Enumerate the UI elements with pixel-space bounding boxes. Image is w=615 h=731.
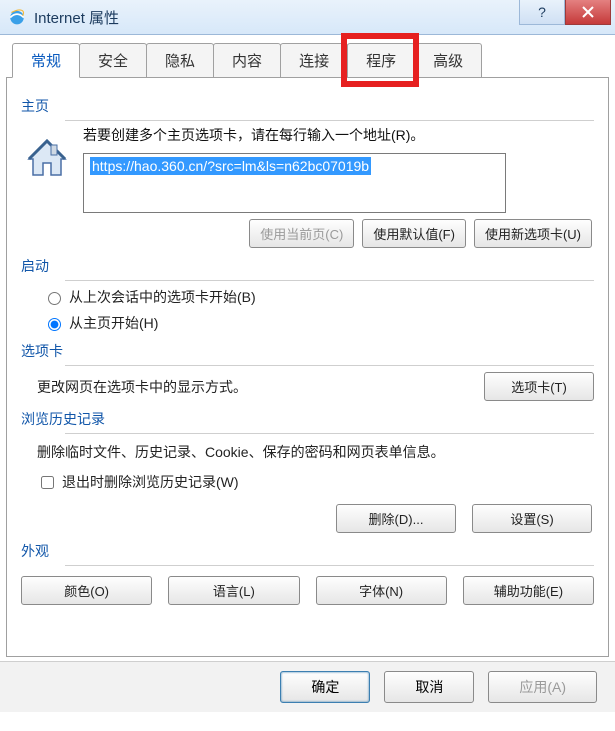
close-icon <box>582 6 594 18</box>
homepage-url-value: https://hao.360.cn/?src=lm&ls=n62bc07019… <box>90 157 371 175</box>
btn-fonts[interactable]: 字体(N) <box>316 576 447 605</box>
section-title-startup: 启动 <box>21 256 594 276</box>
homepage-section: 若要创建多个主页选项卡，请在每行输入一个地址(R)。 https://hao.3… <box>21 125 594 248</box>
startup-option-last[interactable]: 从上次会话中的选项卡开始(B) <box>43 287 594 307</box>
tab-security[interactable]: 安全 <box>79 43 147 77</box>
tabs-desc: 更改网页在选项卡中的显示方式。 <box>37 377 484 397</box>
startup-option-home[interactable]: 从主页开始(H) <box>43 313 594 333</box>
tab-advanced[interactable]: 高级 <box>414 43 482 77</box>
tab-strip: 常规 安全 隐私 内容 连接 程序 高级 <box>6 43 609 78</box>
btn-history-delete[interactable]: 删除(D)... <box>336 504 456 533</box>
btn-use-newtab[interactable]: 使用新选项卡(U) <box>474 219 592 248</box>
btn-tabs-settings[interactable]: 选项卡(T) <box>484 372 594 401</box>
btn-apply[interactable]: 应用(A) <box>488 671 597 703</box>
tab-privacy[interactable]: 隐私 <box>146 43 214 77</box>
btn-history-settings[interactable]: 设置(S) <box>472 504 592 533</box>
window-title: Internet 属性 <box>34 7 119 28</box>
section-title-tabs: 选项卡 <box>21 341 594 361</box>
homepage-url-input[interactable]: https://hao.360.cn/?src=lm&ls=n62bc07019… <box>83 153 506 213</box>
tab-content[interactable]: 内容 <box>213 43 281 77</box>
content-area: 常规 安全 隐私 内容 连接 程序 高级 主页 <box>0 35 615 661</box>
help-button[interactable]: ? <box>519 0 565 25</box>
btn-languages[interactable]: 语言(L) <box>168 576 299 605</box>
title-bar: Internet 属性 ? <box>0 0 615 35</box>
dialog-footer: 确定 取消 应用(A) <box>0 661 615 712</box>
radio-last-session[interactable] <box>48 292 61 305</box>
tab-programs[interactable]: 程序 <box>347 43 415 77</box>
radio-last-label: 从上次会话中的选项卡开始(B) <box>69 287 256 307</box>
ie-icon <box>8 8 26 26</box>
dialog-window: Internet 属性 ? 常规 安全 隐私 内容 连接 程序 高级 主页 <box>0 0 615 712</box>
btn-use-current[interactable]: 使用当前页(C) <box>249 219 354 248</box>
section-title-homepage: 主页 <box>21 96 594 116</box>
window-buttons: ? <box>519 0 611 25</box>
btn-cancel[interactable]: 取消 <box>384 671 474 703</box>
radio-home-label: 从主页开始(H) <box>69 313 158 333</box>
checkbox-delete-label: 退出时删除浏览历史记录(W) <box>62 472 239 492</box>
home-icon <box>21 131 73 183</box>
section-title-appearance: 外观 <box>21 541 594 561</box>
radio-home[interactable] <box>48 318 61 331</box>
btn-use-default[interactable]: 使用默认值(F) <box>362 219 466 248</box>
tabs-section: 更改网页在选项卡中的显示方式。 选项卡(T) <box>37 372 594 401</box>
checkbox-delete-on-exit[interactable] <box>41 476 54 489</box>
tab-panel-general: 主页 若要创建多个主页选项卡，请在每行输入一个地址(R)。 https://ha… <box>6 78 609 657</box>
btn-colors[interactable]: 颜色(O) <box>21 576 152 605</box>
appearance-buttons: 颜色(O) 语言(L) 字体(N) 辅助功能(E) <box>21 576 594 615</box>
tab-general[interactable]: 常规 <box>12 43 80 78</box>
close-button[interactable] <box>565 0 611 25</box>
btn-accessibility[interactable]: 辅助功能(E) <box>463 576 594 605</box>
section-title-history: 浏览历史记录 <box>21 409 594 429</box>
homepage-desc: 若要创建多个主页选项卡，请在每行输入一个地址(R)。 <box>83 125 594 145</box>
tab-connections[interactable]: 连接 <box>280 43 348 77</box>
history-delete-on-exit[interactable]: 退出时删除浏览历史记录(W) <box>37 472 594 492</box>
btn-ok[interactable]: 确定 <box>280 671 370 703</box>
history-desc: 删除临时文件、历史记录、Cookie、保存的密码和网页表单信息。 <box>37 442 594 462</box>
